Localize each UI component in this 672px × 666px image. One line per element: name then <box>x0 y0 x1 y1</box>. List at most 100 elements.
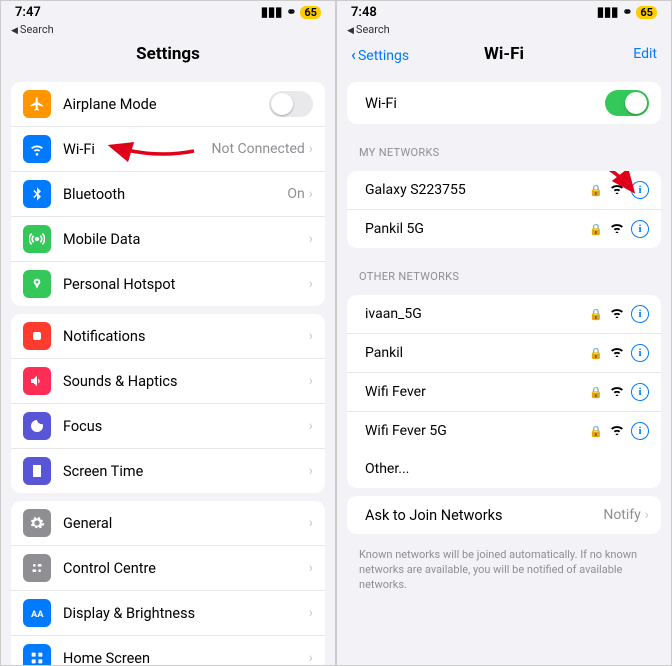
group-general: General›Control Centre›AADisplay & Brigh… <box>11 501 325 665</box>
controlcentre-icon <box>23 554 51 582</box>
network-name: Pankil 5G <box>359 221 589 237</box>
row-label: Personal Hotspot <box>63 276 309 293</box>
network-row[interactable]: ivaan_5G🔒i <box>347 295 661 334</box>
row-label: Focus <box>63 418 309 435</box>
general-icon <box>23 509 51 537</box>
phone-wifi: 7:48 ▮▮▮ ⚭ 65 ◀Search ‹Settings Wi-Fi Ed… <box>336 0 672 666</box>
row-sounds[interactable]: Sounds & Haptics› <box>11 359 325 404</box>
nav-bar: ‹Settings Wi-Fi Edit <box>337 38 671 74</box>
row-screentime[interactable]: Screen Time› <box>11 449 325 493</box>
chevron-right-icon: › <box>309 186 313 202</box>
wifi-icon <box>23 135 51 163</box>
status-time: 7:48 <box>351 5 377 20</box>
notifications-icon <box>23 322 51 350</box>
row-homescreen[interactable]: Home Screen› <box>11 636 325 665</box>
row-wifi[interactable]: Wi-FiNot Connected› <box>11 127 325 172</box>
signal-icon: ▮▮▮ <box>261 5 282 20</box>
link-icon: ⚭ <box>622 5 632 19</box>
ask-join-value: Notify <box>603 507 640 523</box>
homescreen-icon <box>23 644 51 665</box>
chevron-left-icon: ◀ <box>347 26 354 36</box>
info-icon[interactable]: i <box>631 344 649 362</box>
network-row[interactable]: Wifi Fever 5G🔒i <box>347 412 661 450</box>
status-bar: 7:48 ▮▮▮ ⚭ 65 <box>337 1 671 23</box>
chevron-right-icon: › <box>309 418 313 434</box>
svg-text:AA: AA <box>31 609 44 620</box>
chevron-right-icon: › <box>309 276 313 292</box>
row-label: Bluetooth <box>63 186 287 203</box>
chevron-left-icon: ◀ <box>11 26 18 36</box>
status-bar: 7:47 ▮▮▮ ⚭ 65 <box>1 1 335 23</box>
airplane-icon <box>23 90 51 118</box>
group-connectivity: Airplane ModeWi-FiNot Connected›Bluetoot… <box>11 82 325 306</box>
screentime-icon <box>23 457 51 485</box>
info-icon[interactable]: i <box>631 383 649 401</box>
chevron-right-icon: › <box>309 373 313 389</box>
lock-icon: 🔒 <box>589 184 603 197</box>
chevron-right-icon: › <box>309 605 313 621</box>
network-name: Galaxy S223755 <box>359 182 589 198</box>
network-row[interactable]: Pankil🔒 i <box>347 334 661 373</box>
row-label: General <box>63 515 309 532</box>
network-row[interactable]: Galaxy S223755🔒 i <box>347 171 661 210</box>
row-controlcentre[interactable]: Control Centre› <box>11 546 325 591</box>
group-ask-join: Ask to Join Networks Notify › <box>347 496 661 534</box>
back-search[interactable]: ◀Search <box>1 23 335 38</box>
network-name: Pankil <box>359 345 589 361</box>
network-name: Wifi Fever 5G <box>359 423 589 439</box>
row-value: Not Connected <box>212 141 305 157</box>
row-label: Mobile Data <box>63 231 309 248</box>
row-notifications[interactable]: Notifications› <box>11 314 325 359</box>
header-other-networks: Other Networks <box>337 256 671 287</box>
chevron-right-icon: › <box>309 463 313 479</box>
lock-icon: 🔒 <box>589 308 603 321</box>
row-focus[interactable]: Focus› <box>11 404 325 449</box>
row-display[interactable]: AADisplay & Brightness› <box>11 591 325 636</box>
info-icon[interactable]: i <box>631 422 649 440</box>
link-icon: ⚭ <box>286 5 296 19</box>
info-icon[interactable]: i <box>631 220 649 238</box>
row-mobiledata[interactable]: Mobile Data› <box>11 217 325 262</box>
wifi-signal-icon <box>609 423 625 439</box>
info-icon[interactable]: i <box>631 305 649 323</box>
lock-icon: 🔒 <box>589 347 603 360</box>
back-search[interactable]: ◀Search <box>337 23 671 38</box>
row-label: Notifications <box>63 328 309 345</box>
network-row[interactable]: Pankil 5G🔒 i <box>347 210 661 248</box>
row-other[interactable]: Other... <box>347 450 661 488</box>
page-title: Wi-Fi <box>421 44 587 64</box>
group-notifications: Notifications›Sounds & Haptics›Focus›Scr… <box>11 314 325 493</box>
wifi-signal-icon <box>609 221 625 237</box>
row-hotspot[interactable]: Personal Hotspot› <box>11 262 325 306</box>
row-label: Airplane Mode <box>63 96 269 113</box>
airplane-toggle[interactable] <box>269 91 313 117</box>
lock-icon: 🔒 <box>589 223 603 236</box>
header-my-networks: My Networks <box>337 132 671 163</box>
edit-button[interactable]: Edit <box>587 46 657 62</box>
wifi-signal-icon <box>609 384 625 400</box>
wifi-signal-icon <box>609 182 625 198</box>
row-airplane[interactable]: Airplane Mode <box>11 82 325 127</box>
sounds-icon <box>23 367 51 395</box>
row-label: Sounds & Haptics <box>63 373 309 390</box>
group-my-networks: Galaxy S223755🔒iPankil 5G🔒i <box>347 171 661 248</box>
back-button[interactable]: ‹Settings <box>351 45 421 64</box>
group-other-networks: ivaan_5G🔒iPankil🔒iWifi Fever🔒iWifi Fever… <box>347 295 661 488</box>
row-ask-join[interactable]: Ask to Join Networks Notify › <box>347 496 661 534</box>
row-label: Home Screen <box>63 650 309 666</box>
chevron-right-icon: › <box>309 231 313 247</box>
mobiledata-icon <box>23 225 51 253</box>
row-label: Control Centre <box>63 560 309 577</box>
battery-badge: 65 <box>300 6 321 19</box>
row-bluetooth[interactable]: BluetoothOn› <box>11 172 325 217</box>
focus-icon <box>23 412 51 440</box>
wifi-signal-icon <box>609 345 625 361</box>
row-general[interactable]: General› <box>11 501 325 546</box>
info-icon[interactable]: i <box>631 181 649 199</box>
row-wifi-toggle[interactable]: Wi-Fi <box>347 82 661 124</box>
wifi-toggle[interactable] <box>605 90 649 116</box>
wifi-toggle-label: Wi-Fi <box>359 95 605 112</box>
chevron-right-icon: › <box>309 650 313 665</box>
network-row[interactable]: Wifi Fever🔒i <box>347 373 661 412</box>
row-label: Screen Time <box>63 463 309 480</box>
